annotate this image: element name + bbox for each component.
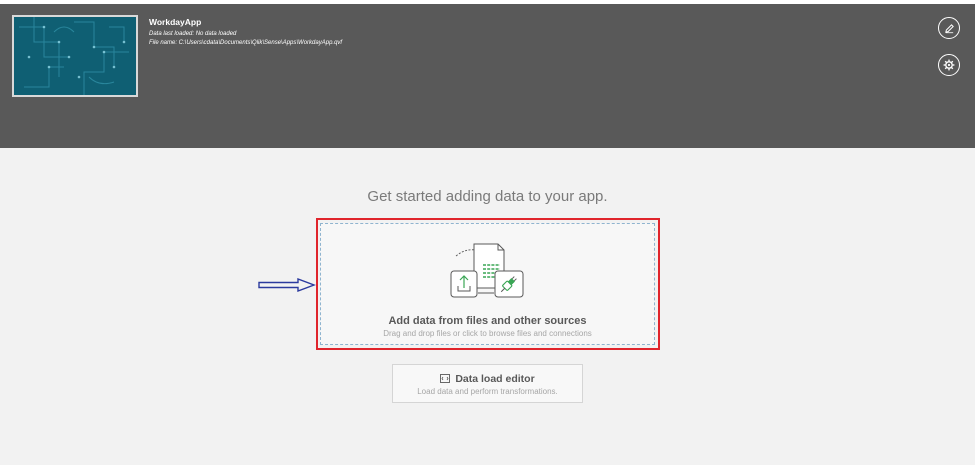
gear-icon bbox=[943, 59, 955, 71]
add-data-illustration bbox=[450, 243, 524, 298]
app-thumbnail[interactable] bbox=[12, 15, 138, 97]
upload-icon bbox=[450, 270, 478, 298]
add-data-subtitle: Drag and drop files or click to browse f… bbox=[383, 329, 592, 338]
data-load-editor-title: Data load editor bbox=[455, 373, 535, 385]
add-data-title: Add data from files and other sources bbox=[388, 315, 587, 327]
data-load-editor-heading: Data load editor bbox=[393, 373, 582, 385]
script-editor-icon bbox=[440, 374, 451, 383]
data-last-loaded: Data last loaded: No data loaded bbox=[149, 31, 237, 37]
file-name: File name: C:\Users\cdata\Documents\Qlik… bbox=[149, 40, 343, 46]
app-settings-button[interactable] bbox=[938, 54, 960, 76]
data-load-editor-subtitle: Load data and perform transformations. bbox=[417, 387, 558, 396]
get-started-headline: Get started adding data to your app. bbox=[367, 188, 608, 205]
edit-app-button[interactable] bbox=[938, 17, 960, 39]
right-arrow-icon bbox=[258, 278, 316, 292]
add-data-dropzone[interactable]: Add data from files and other sources Dr… bbox=[320, 223, 655, 345]
app-title: WorkdayApp bbox=[149, 17, 202, 27]
app-overview-page: WorkdayApp Data last loaded: No data loa… bbox=[0, 0, 975, 469]
data-load-editor-button[interactable]: Data load editor Load data and perform t… bbox=[392, 364, 583, 403]
app-header: WorkdayApp Data last loaded: No data loa… bbox=[0, 4, 975, 148]
bottom-border bbox=[0, 465, 975, 469]
pencil-icon bbox=[944, 23, 954, 33]
connector-plug-icon bbox=[494, 270, 524, 298]
